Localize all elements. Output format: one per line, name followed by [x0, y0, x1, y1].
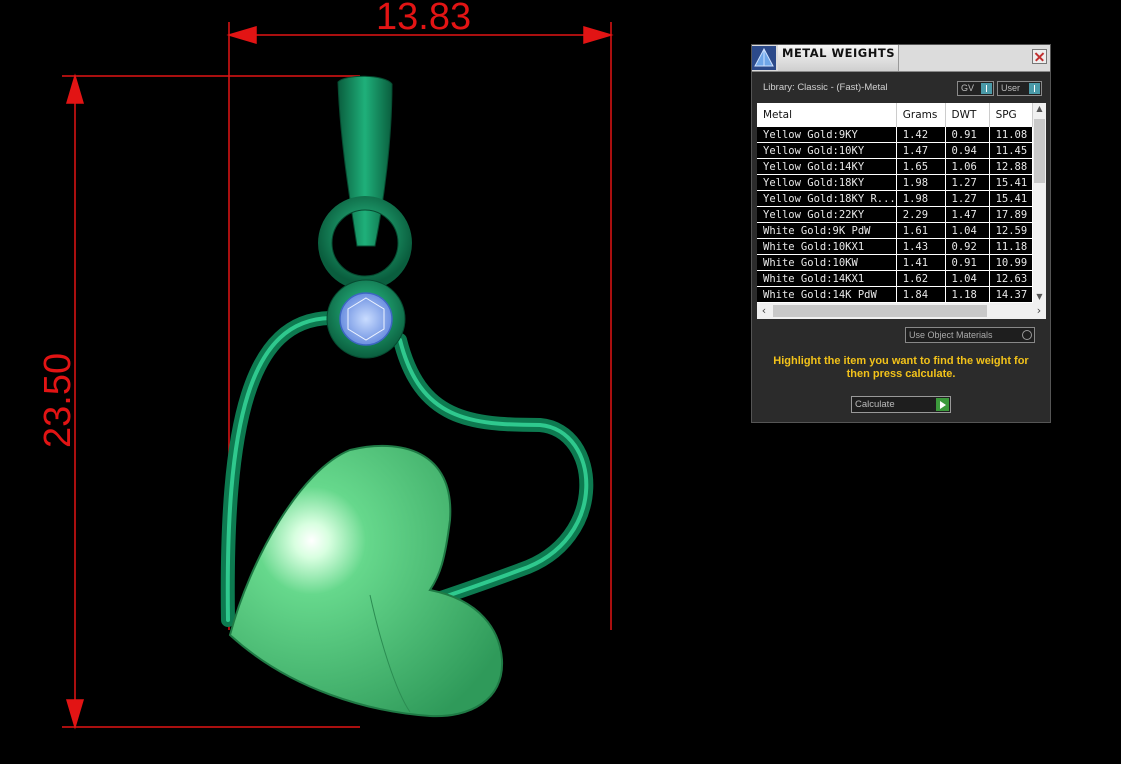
height-dimension-label: 23.50 — [37, 353, 79, 448]
width-dimension-label: 13.83 — [376, 0, 471, 38]
spg-cell: 14.37 — [989, 286, 1034, 303]
dwt-cell: 0.92 — [945, 238, 990, 255]
panel-title: METAL WEIGHTS — [782, 46, 895, 60]
spg-cell: 11.45 — [989, 142, 1034, 159]
grams-cell: 2.29 — [896, 206, 946, 223]
metal-table-container[interactable]: Metal Grams DWT SPG Yellow Gold:9KY 1.42 0… — [757, 103, 1046, 319]
bail — [337, 75, 393, 247]
column-header-metal[interactable]: Metal — [757, 103, 897, 127]
table-row[interactable]: Yellow Gold:22KY 2.29 1.47 17.89 — [757, 206, 1034, 223]
table-row[interactable]: Yellow Gold:18KY 1.98 1.27 15.41 — [757, 174, 1034, 191]
spg-cell: 11.18 — [989, 238, 1034, 255]
table-header-row: Metal Grams DWT SPG — [757, 103, 1034, 127]
dwt-cell: 1.47 — [945, 206, 990, 223]
column-header-grams[interactable]: Grams — [896, 103, 946, 127]
grams-cell: 1.98 — [896, 174, 946, 191]
close-icon[interactable] — [1032, 49, 1047, 64]
horizontal-scrollbar[interactable]: ‹ › — [757, 303, 1046, 319]
metal-cell: White Gold:9K PdW — [757, 222, 897, 239]
heart-charm — [228, 444, 504, 718]
vertical-scroll-thumb[interactable] — [1034, 119, 1045, 183]
spg-cell: 12.63 — [989, 270, 1034, 287]
metal-cell: Yellow Gold:18KY R... — [757, 190, 897, 207]
pyramid-icon — [752, 46, 776, 70]
table-row[interactable]: Yellow Gold:18KY R... 1.98 1.27 15.41 — [757, 190, 1034, 207]
calculate-button-label: Calculate — [855, 399, 895, 410]
metal-cell: White Gold:14KX1 — [757, 270, 897, 287]
dwt-cell: 0.91 — [945, 254, 990, 271]
metal-cell: Yellow Gold:10KY — [757, 142, 897, 159]
calculate-button[interactable]: Calculate — [851, 396, 951, 413]
table-row[interactable]: White Gold:10KW 1.41 0.91 10.99 — [757, 254, 1034, 271]
horizontal-scroll-thumb[interactable] — [773, 305, 987, 317]
metal-cell: Yellow Gold:9KY — [757, 127, 897, 143]
use-object-materials-label: Use Object Materials — [909, 330, 993, 340]
column-header-dwt[interactable]: DWT — [945, 103, 990, 127]
spg-cell: 11.08 — [989, 127, 1034, 143]
spg-cell: 17.89 — [989, 206, 1034, 223]
library-label: Library: Classic - (Fast)-Metal — [763, 82, 888, 93]
grams-cell: 1.61 — [896, 222, 946, 239]
metal-cell: Yellow Gold:22KY — [757, 206, 897, 223]
dwt-cell: 1.27 — [945, 190, 990, 207]
dwt-cell: 1.04 — [945, 270, 990, 287]
gv-toggle[interactable]: GV — [957, 81, 994, 96]
spg-cell: 12.59 — [989, 222, 1034, 239]
table-row[interactable]: Yellow Gold:10KY 1.47 0.94 11.45 — [757, 142, 1034, 159]
gv-toggle-label: GV — [961, 83, 975, 93]
scroll-up-icon[interactable]: ▲ — [1033, 103, 1046, 115]
spg-cell: 10.99 — [989, 254, 1034, 271]
metal-cell: White Gold:10KW — [757, 254, 897, 271]
toggle-knob-icon — [1029, 83, 1040, 94]
scroll-left-icon[interactable]: ‹ — [757, 303, 771, 319]
grams-cell: 1.41 — [896, 254, 946, 271]
grams-cell: 1.47 — [896, 142, 946, 159]
spg-cell: 12.88 — [989, 158, 1034, 175]
panel-titlebar[interactable]: METAL WEIGHTS — [752, 45, 1050, 72]
grams-cell: 1.84 — [896, 286, 946, 303]
dwt-cell: 1.04 — [945, 222, 990, 239]
dwt-cell: 1.06 — [945, 158, 990, 175]
table-row[interactable]: White Gold:9K PdW 1.61 1.04 12.59 — [757, 222, 1034, 239]
play-icon — [936, 398, 949, 411]
grams-cell: 1.62 — [896, 270, 946, 287]
dwt-cell: 1.18 — [945, 286, 990, 303]
grams-cell: 1.43 — [896, 238, 946, 255]
metal-cell: Yellow Gold:18KY — [757, 174, 897, 191]
metal-cell: White Gold:10KX1 — [757, 238, 897, 255]
grams-cell: 1.42 — [896, 127, 946, 143]
table-row[interactable]: White Gold:14K PdW 1.84 1.18 14.37 — [757, 286, 1034, 303]
instruction-text: Highlight the item you want to find the … — [773, 355, 1029, 380]
table-row[interactable]: White Gold:14KX1 1.62 1.04 12.63 — [757, 270, 1034, 287]
user-toggle-label: User — [1001, 83, 1021, 93]
toggle-knob-icon — [981, 83, 992, 94]
dwt-cell: 0.94 — [945, 142, 990, 159]
grams-cell: 1.98 — [896, 190, 946, 207]
column-header-spg[interactable]: SPG — [989, 103, 1034, 127]
scroll-down-icon[interactable]: ▼ — [1033, 291, 1046, 303]
spg-cell: 15.41 — [989, 174, 1034, 191]
metal-cell: White Gold:14K PdW — [757, 286, 897, 303]
table-row[interactable]: Yellow Gold:9KY 1.42 0.91 11.08 — [757, 127, 1034, 143]
vertical-scrollbar[interactable]: ▲ ▼ — [1033, 103, 1046, 303]
spg-cell: 15.41 — [989, 190, 1034, 207]
dwt-cell: 0.91 — [945, 127, 990, 143]
scroll-right-icon[interactable]: › — [1032, 303, 1046, 319]
grams-cell: 1.65 — [896, 158, 946, 175]
table-row[interactable]: White Gold:10KX1 1.43 0.92 11.18 — [757, 238, 1034, 255]
metal-cell: Yellow Gold:14KY — [757, 158, 897, 175]
metal-table: Metal Grams DWT SPG Yellow Gold:9KY 1.42 0… — [757, 103, 1034, 303]
radio-icon — [1022, 330, 1032, 340]
metal-weights-panel: METAL WEIGHTS Library: Classic - (Fast)-… — [751, 44, 1051, 423]
dwt-cell: 1.27 — [945, 174, 990, 191]
user-toggle[interactable]: User — [997, 81, 1042, 96]
use-object-materials-toggle[interactable]: Use Object Materials — [905, 327, 1035, 343]
table-row[interactable]: Yellow Gold:14KY 1.65 1.06 12.88 — [757, 158, 1034, 175]
pendant-model — [220, 75, 594, 718]
